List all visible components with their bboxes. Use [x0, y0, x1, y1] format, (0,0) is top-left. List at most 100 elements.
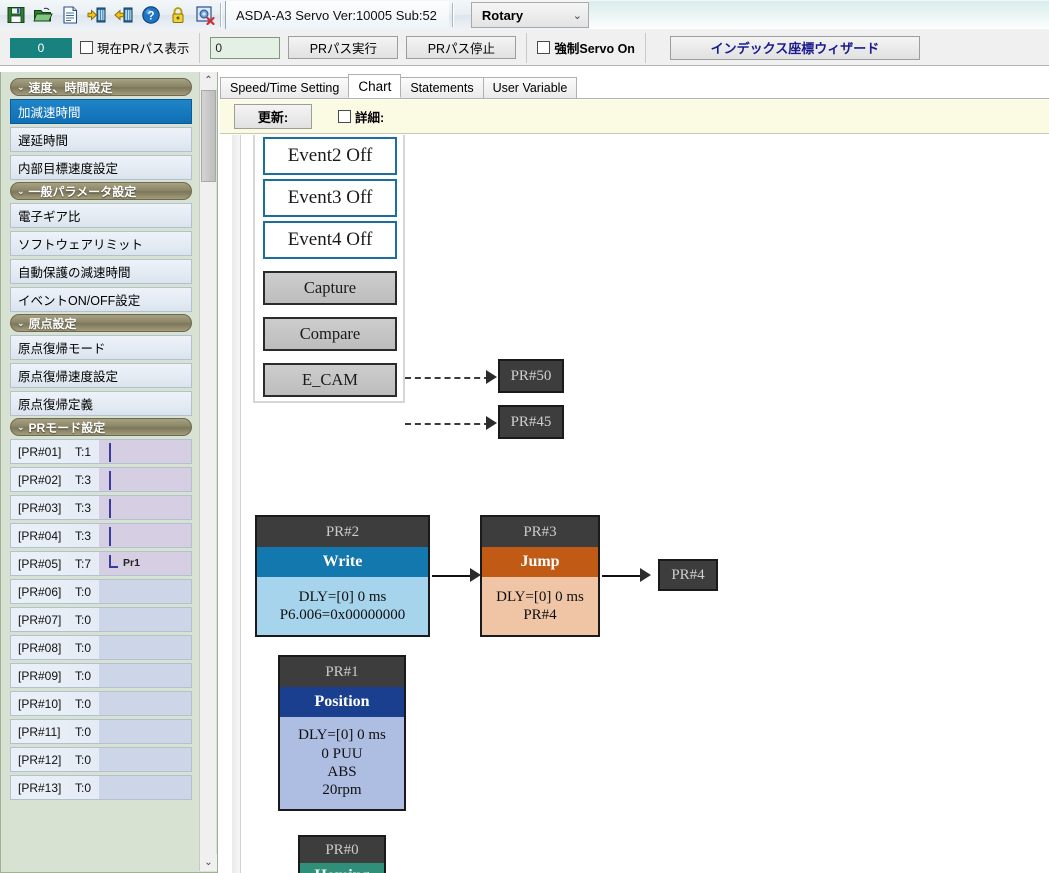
- sidebar-item[interactable]: 内部目標速度設定: [10, 155, 192, 180]
- current-pr-badge: 0: [10, 37, 72, 58]
- refresh-button[interactable]: 更新:: [234, 104, 312, 129]
- control-divider-1: [199, 32, 201, 63]
- sidebar-pr-item[interactable]: [PR#03] T:3: [10, 495, 192, 520]
- sidebar-pr-item[interactable]: [PR#11] T:0: [10, 719, 192, 744]
- tab-strip: Speed/Time Setting Chart Statements User Va…: [220, 74, 1049, 99]
- chart-canvas: Event2 Off Event3 Off Event4 Off Capture Com…: [220, 135, 1049, 873]
- import-from-servo-icon[interactable]: [85, 3, 109, 27]
- export-to-servo-icon[interactable]: [112, 3, 136, 27]
- mode-select[interactable]: Rotary ⌄: [470, 2, 589, 28]
- scroll-down-arrow-icon[interactable]: ⌄: [200, 854, 217, 871]
- node-detail-line: P6.006=0x00000000: [279, 607, 406, 623]
- event-function-group: Event2 Off Event3 Off Event4 Off Capture Com…: [253, 135, 405, 403]
- dashed-connector: [405, 423, 490, 425]
- pr-node-body: DLY=[0] 0 ms 0 PUU ABS 20rpm: [280, 717, 404, 809]
- sidebar-item[interactable]: 遅延時間: [10, 127, 192, 152]
- pr-path-input[interactable]: 0: [210, 36, 281, 59]
- sidebar-item[interactable]: 自動保護の減速時間: [10, 259, 192, 284]
- pr-item-marker: [105, 776, 191, 799]
- toolbar-icon-strip: ?: [0, 1, 217, 29]
- sidebar-pr-item[interactable]: [PR#10] T:0: [10, 691, 192, 716]
- show-current-pr-checkbox[interactable]: 現在PRパス表示: [80, 38, 189, 57]
- sidebar-pr-item[interactable]: [PR#07] T:0: [10, 607, 192, 632]
- node-detail-line: 0 PUU: [321, 745, 363, 762]
- pr-item-id: [PR#08]: [18, 640, 62, 655]
- control-divider-3: [644, 32, 646, 63]
- sidebar-pr-item[interactable]: [PR#04] T:3: [10, 523, 192, 548]
- sidebar-item[interactable]: イベントON/OFF設定: [10, 287, 192, 312]
- tab[interactable]: Chart: [348, 74, 402, 98]
- pr-link-line-icon: [109, 471, 111, 490]
- arrow-head-icon: [486, 370, 497, 384]
- tab[interactable]: Statements: [400, 77, 484, 98]
- sidebar-item-label: 電子ギア比: [18, 210, 81, 224]
- function-button[interactable]: Capture: [263, 271, 397, 305]
- show-current-pr-label: 現在PRパス表示: [97, 42, 190, 56]
- pr-node-body: DLY=[0] 0 ms PR#4: [482, 577, 598, 635]
- target-pr-node[interactable]: PR#45: [498, 405, 564, 439]
- reference-pr-node[interactable]: PR#4: [658, 559, 718, 591]
- pr-path-run-button[interactable]: PRパス実行: [288, 36, 399, 59]
- sidebar-item[interactable]: 原点復帰モード: [10, 335, 192, 360]
- lock-icon[interactable]: [166, 3, 190, 27]
- node-detail-line: DLY=[0] 0 ms: [496, 588, 584, 605]
- event-toggle[interactable]: Event4 Off: [263, 221, 397, 259]
- arrow-head-icon: [486, 416, 497, 430]
- sidebar-scrollbar[interactable]: ⌃ ⌄: [199, 72, 217, 871]
- sidebar-item[interactable]: 電子ギア比: [10, 203, 192, 228]
- open-folder-icon[interactable]: [31, 3, 55, 27]
- event-toggle[interactable]: Event3 Off: [263, 179, 397, 217]
- chart-scroll-track[interactable]: [232, 135, 241, 873]
- sidebar-item[interactable]: 原点復帰定義: [10, 391, 192, 416]
- pr-node-card[interactable]: PR#0Homing0:PLZOffset=0: [298, 835, 386, 873]
- index-coordinate-wizard-button[interactable]: インデックス座標ウィザード: [669, 35, 920, 60]
- sidebar-item[interactable]: 加減速時間: [10, 99, 192, 124]
- tab[interactable]: Speed/Time Setting: [220, 77, 350, 98]
- sidebar-pr-item[interactable]: [PR#09] T:0: [10, 663, 192, 688]
- pr-path-stop-button[interactable]: PRパス停止: [406, 36, 517, 59]
- sidebar-scroll-thumb[interactable]: [201, 90, 216, 182]
- sidebar-item-label: ソフトウェアリミット: [18, 238, 144, 252]
- sidebar-group-header-pr-mode[interactable]: ⌄ PRモード設定: [10, 418, 192, 436]
- pr-node-card[interactable]: PR#3 Jump DLY=[0] 0 ms PR#4: [480, 515, 600, 637]
- pr-node-card[interactable]: PR#1 Position DLY=[0] 0 ms 0 PUU ABS 20rpm: [278, 655, 406, 811]
- target-pr-node[interactable]: PR#50: [498, 359, 564, 393]
- sidebar-item[interactable]: ソフトウェアリミット: [10, 231, 192, 256]
- scroll-up-arrow-icon[interactable]: ⌃: [200, 72, 217, 89]
- chevron-down-icon: ⌄: [17, 317, 25, 328]
- tab[interactable]: User Variable: [482, 77, 578, 98]
- sidebar-pr-item[interactable]: [PR#13] T:0: [10, 775, 192, 800]
- pr-item-marker: [105, 608, 191, 631]
- pr-node-card[interactable]: PR#2 Write DLY=[0] 0 ms P6.006=0x00000000: [255, 515, 430, 637]
- toolbar-divider-2: [451, 3, 454, 27]
- sidebar-pr-item[interactable]: [PR#12] T:0: [10, 747, 192, 772]
- sidebar-pr-item[interactable]: [PR#02] T:3: [10, 467, 192, 492]
- save-icon[interactable]: [4, 3, 28, 27]
- function-button[interactable]: Compare: [263, 317, 397, 351]
- sidebar-pr-item[interactable]: [PR#01] T:1: [10, 439, 192, 464]
- force-servo-on-checkbox[interactable]: 強制Servo On: [537, 38, 635, 57]
- sidebar-pr-item[interactable]: [PR#06] T:0: [10, 579, 192, 604]
- sidebar-group-header[interactable]: ⌄ 原点設定: [10, 314, 192, 332]
- sidebar-item[interactable]: 原点復帰速度設定: [10, 363, 192, 388]
- pr-item-type: T:0: [75, 752, 92, 767]
- new-document-icon[interactable]: [58, 3, 82, 27]
- help-icon[interactable]: ?: [139, 3, 163, 27]
- pr-item-type: T:3: [75, 500, 92, 515]
- event-toggle[interactable]: Event2 Off: [263, 137, 397, 175]
- detail-checkbox[interactable]: 詳細:: [338, 107, 384, 126]
- sidebar-group-header[interactable]: ⌄ 速度、時間設定: [10, 78, 192, 96]
- sidebar-pr-item[interactable]: [PR#08] T:0: [10, 635, 192, 660]
- pr-item-type: T:0: [75, 612, 92, 627]
- sidebar-item-label: イベントON/OFF設定: [18, 294, 141, 308]
- settings-close-icon[interactable]: [193, 3, 217, 27]
- pr-item-id: [PR#11]: [18, 724, 61, 739]
- pr-item-marker: [105, 468, 191, 491]
- sidebar-pr-item[interactable]: [PR#05] T:7 Pr1: [10, 551, 192, 576]
- pr-item-id: [PR#02]: [18, 472, 62, 487]
- pr-item-id: [PR#07]: [18, 612, 62, 627]
- sidebar-group-header[interactable]: ⌄ 一般パラメータ設定: [10, 182, 192, 200]
- function-button[interactable]: E_CAM: [263, 363, 397, 397]
- pr-item-marker: [105, 440, 191, 463]
- pr-item-id: [PR#12]: [18, 752, 62, 767]
